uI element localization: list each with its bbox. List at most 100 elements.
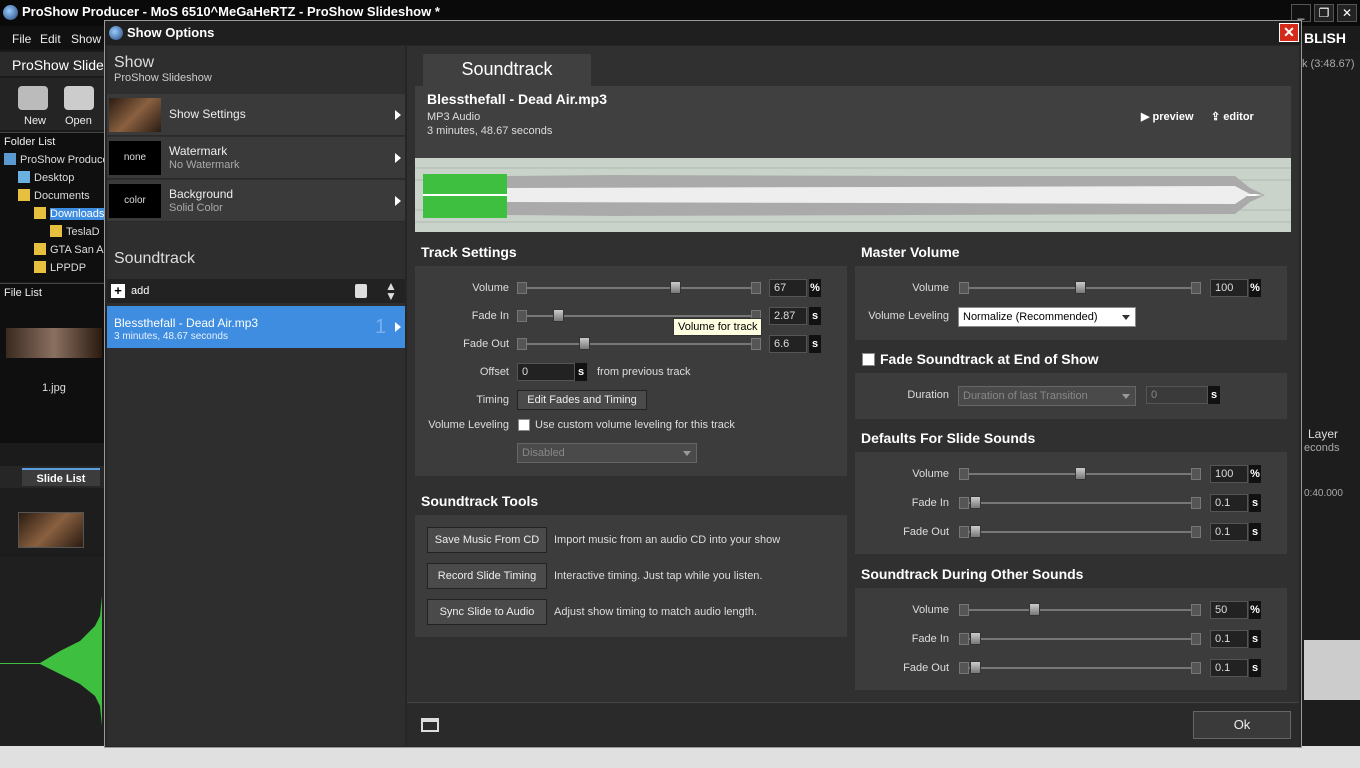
custom-leveling-checkbox[interactable]	[518, 419, 530, 431]
slider-left-icon	[959, 604, 969, 616]
sidebar-item-background[interactable]: color Background Solid Color	[107, 180, 405, 222]
show-options-dialog: Show Options ✕ Show ProShow Slideshow Sh…	[104, 20, 1302, 748]
menu-file[interactable]: File	[12, 32, 31, 46]
publish-label[interactable]: BLISH	[1304, 30, 1346, 46]
slider-left-icon	[959, 526, 969, 538]
slider-right-icon	[1191, 282, 1201, 294]
slider-thumb[interactable]	[553, 309, 565, 322]
offset-label: Offset	[479, 366, 509, 378]
sidebar-item-watermark[interactable]: none Watermark No Watermark	[107, 137, 405, 179]
record-slide-timing-desc: Interactive timing. Just tap while you l…	[554, 570, 763, 582]
folder-icon	[34, 243, 46, 255]
new-show-icon[interactable]	[18, 86, 48, 110]
offset-input[interactable]: 0	[517, 363, 575, 381]
tab-soundtrack[interactable]: Soundtrack	[423, 54, 591, 86]
slider-thumb[interactable]	[970, 525, 981, 538]
slide-sound-volume-input[interactable]: 100	[1210, 465, 1248, 483]
upload-icon: ⇪	[1211, 111, 1221, 123]
track-waveform[interactable]	[415, 158, 1291, 232]
tab-slide-list[interactable]: Slide List	[22, 468, 100, 486]
folder-list-title: Folder List	[4, 136, 56, 148]
fade-out-label: Fade Out	[463, 338, 509, 350]
master-volume-input[interactable]: 100	[1210, 279, 1248, 297]
folder-icon	[18, 189, 30, 201]
soundtrack-list-item[interactable]: Blessthefall - Dead Air.mp3 3 minutes, 4…	[107, 306, 405, 348]
file-title: Blessthefall - Dead Air.mp3	[427, 91, 607, 107]
master-volume-slider[interactable]	[959, 281, 1201, 294]
save-music-cd-button[interactable]: Save Music From CD	[427, 527, 547, 553]
preview-button[interactable]: ▶ preview	[1141, 110, 1194, 123]
editor-button[interactable]: ⇪ editor	[1211, 110, 1254, 123]
other-sounds-fade-out-slider[interactable]	[959, 661, 1201, 674]
timing-label: Timing	[476, 394, 509, 406]
slider-thumb[interactable]	[970, 661, 981, 674]
fade-end-duration-select[interactable]: Duration of last Transition	[958, 386, 1136, 406]
file-thumbnail[interactable]	[6, 328, 102, 358]
open-label[interactable]: Open	[65, 115, 92, 127]
fade-end-duration-input[interactable]: 0	[1146, 386, 1208, 404]
sidebar-show-header: Show ProShow Slideshow	[114, 54, 212, 84]
record-slide-timing-button[interactable]: Record Slide Timing	[427, 563, 547, 589]
menu-bar: File Edit Show	[0, 26, 106, 50]
sync-slide-audio-button[interactable]: Sync Slide to Audio	[427, 599, 547, 625]
slider-thumb[interactable]	[1075, 281, 1086, 294]
track-settings-panel: Volume 67 % Fade In 2.87 s Fade Out 6.6 …	[415, 266, 847, 476]
master-leveling-select[interactable]: Normalize (Recommended)	[958, 307, 1136, 327]
slider-thumb[interactable]	[1028, 603, 1040, 616]
waveform-graphic	[415, 167, 1291, 223]
other-sounds-fade-in-slider[interactable]	[959, 632, 1201, 645]
other-sounds-volume-input[interactable]: 50	[1210, 601, 1248, 619]
open-folder-icon[interactable]	[64, 86, 94, 110]
slider-left-icon	[959, 662, 969, 674]
add-icon[interactable]: +	[111, 284, 125, 298]
app-title: ProShow Producer - MoS 6510^MeGaHeRTZ - …	[22, 4, 440, 19]
slide-sound-fade-in-slider[interactable]	[959, 496, 1201, 509]
slider-thumb[interactable]	[970, 632, 981, 645]
menu-edit[interactable]: Edit	[40, 32, 61, 46]
dialog-close-button[interactable]: ✕	[1279, 23, 1299, 42]
track-volume-slider[interactable]	[517, 281, 761, 294]
window-icon[interactable]	[421, 718, 439, 732]
slide-sound-fade-out-slider[interactable]	[959, 525, 1201, 538]
timecode-label: 0:40.000	[1304, 488, 1343, 499]
slide-sound-fade-out-input[interactable]: 0.1	[1210, 523, 1248, 541]
dialog-title: Show Options	[127, 25, 215, 40]
ok-button[interactable]: Ok	[1193, 711, 1291, 739]
slider-right-icon	[1191, 662, 1201, 674]
track-duration: 3 minutes, 48.67 seconds	[114, 331, 228, 342]
folder-item[interactable]: ProShow Producer	[4, 153, 108, 171]
chevron-down-icon	[683, 451, 691, 456]
show-length-text: k (3:48.67)	[1302, 58, 1355, 70]
new-label[interactable]: New	[24, 115, 46, 127]
edit-fades-timing-button[interactable]: Edit Fades and Timing	[517, 390, 647, 410]
track-volume-input[interactable]: 67	[769, 279, 807, 297]
other-sounds-fade-in-input[interactable]: 0.1	[1210, 630, 1248, 648]
slider-thumb[interactable]	[670, 281, 682, 294]
trash-icon[interactable]	[355, 284, 367, 298]
track-fade-out-slider[interactable]	[517, 337, 761, 350]
track-fade-out-input[interactable]: 6.6	[769, 335, 807, 353]
file-duration: 3 minutes, 48.67 seconds	[427, 125, 553, 137]
slider-thumb[interactable]	[970, 496, 981, 509]
slider-thumb[interactable]	[578, 337, 590, 350]
chevron-down-icon	[1122, 394, 1130, 399]
add-label[interactable]: add	[131, 285, 149, 297]
layer-label: Layer	[1308, 427, 1339, 441]
slider-thumb[interactable]	[1075, 467, 1086, 480]
fade-end-checkbox[interactable]	[862, 353, 875, 366]
track-fade-in-input[interactable]: 2.87	[769, 307, 807, 325]
leveling-select[interactable]: Disabled	[517, 443, 697, 463]
sidebar-item-show-settings[interactable]: Show Settings	[107, 94, 405, 136]
slide-sound-volume-slider[interactable]	[959, 467, 1201, 480]
sort-arrows-icon[interactable]: ▲ ▼	[385, 280, 397, 302]
other-sounds-fade-out-input[interactable]: 0.1	[1210, 659, 1248, 677]
chevron-down-icon	[1122, 315, 1130, 320]
menu-show[interactable]: Show	[71, 32, 101, 46]
master-volume-panel: Volume 100 % Volume Leveling Normalize (…	[855, 266, 1287, 340]
other-sounds-volume-slider[interactable]	[959, 603, 1201, 616]
app-close-icon[interactable]: ✕	[1337, 4, 1357, 22]
restore-icon[interactable]: ❐	[1314, 4, 1334, 22]
slider-right-icon	[751, 338, 761, 350]
slide-sound-fade-in-input[interactable]: 0.1	[1210, 494, 1248, 512]
slide-thumbnail[interactable]	[18, 512, 84, 548]
